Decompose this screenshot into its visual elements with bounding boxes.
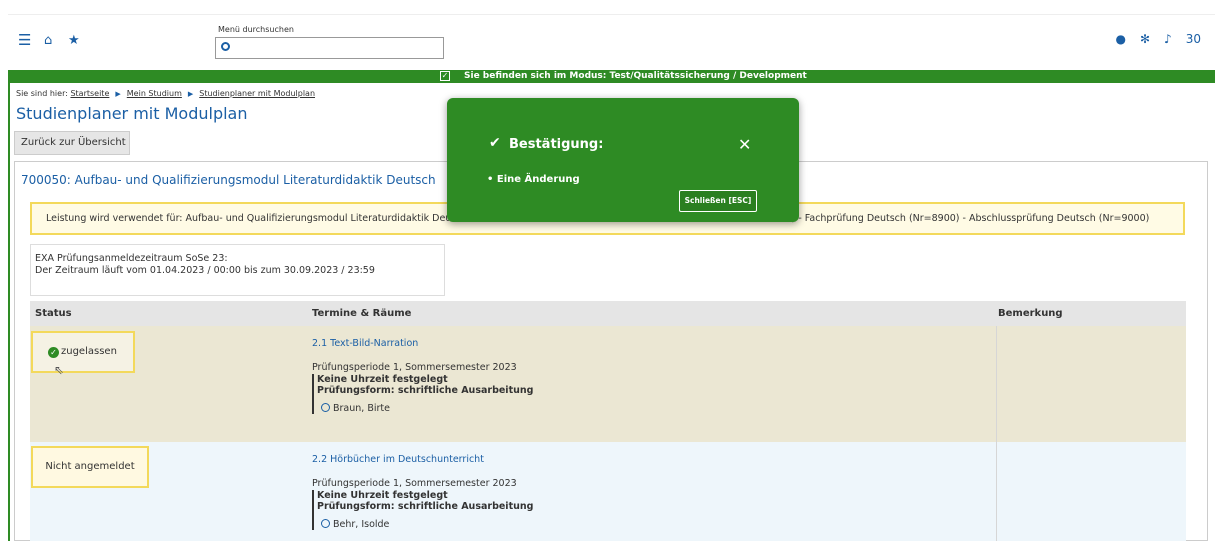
header-status: Status [35, 308, 72, 319]
back-to-overview-button[interactable]: Zurück zur Übersicht [14, 131, 130, 155]
exam-time: Keine Uhrzeit festgelegt [317, 490, 448, 501]
exam-details: Keine Uhrzeit festgelegt Prüfungsform: s… [312, 374, 533, 414]
breadcrumb-mein-studium[interactable]: Mein Studium [127, 89, 182, 98]
mouse-cursor-icon: ⇖ [54, 363, 65, 377]
star-icon[interactable]: ★ [68, 33, 80, 48]
close-icon[interactable]: ✕ [738, 135, 751, 154]
status-badge[interactable]: Nicht angemeldet [31, 446, 149, 488]
examiner: Braun, Birte [317, 403, 533, 414]
clock-icon [321, 519, 330, 528]
registration-period: EXA Prüfungsanmeldezeitraum SoSe 23: Der… [30, 244, 445, 296]
menu-search-input[interactable] [215, 37, 444, 59]
exam-form: Prüfungsform: schriftliche Ausarbeitung [317, 501, 534, 512]
confirmation-modal: ✔ Bestätigung: ✕ • Eine Änderung Schließ… [447, 98, 799, 222]
gear-icon[interactable]: ✻ [1140, 32, 1150, 46]
breadcrumb-prefix: Sie sind hier: [16, 89, 68, 98]
clock-icon [321, 403, 330, 412]
exam-title-link[interactable]: 2.2 Hörbücher im Deutschunterricht [312, 454, 533, 465]
left-border [8, 83, 10, 541]
table-row: Nicht angemeldet 2.2 Hörbücher im Deutsc… [30, 442, 1186, 541]
user-actions: ● ✻ ♪ 30 [1116, 32, 1202, 46]
hamburger-menu-icon[interactable]: ☰ [18, 31, 31, 49]
leistung-text-start: Leistung wird verwendet für: Aufbau- und… [46, 213, 452, 224]
search-icon [221, 42, 230, 51]
leistung-text-end: K) - Fachprüfung Deutsch (Nr=8900) - Abs… [785, 213, 1150, 224]
status-badge[interactable]: ✓ zugelassen ⇖ [31, 331, 135, 377]
table-header: Status Termine & Räume Bemerkung [30, 301, 1186, 326]
exam-period: Prüfungsperiode 1, Sommersemester 2023 [312, 478, 517, 489]
user-icon[interactable]: ● [1116, 32, 1126, 46]
modal-item-text: Eine Änderung [496, 174, 580, 185]
menu-search-label: Menü durchsuchen [218, 25, 294, 34]
termin-cell: 2.2 Hörbücher im Deutschunterricht Prüfu… [312, 454, 533, 530]
exam-time: Keine Uhrzeit festgelegt [317, 374, 448, 385]
home-icon[interactable]: ⌂ [44, 33, 52, 48]
module-title[interactable]: 700050: Aufbau- und Qualifizierungsmodul… [21, 173, 436, 187]
exam-table: Status Termine & Räume Bemerkung ✓ zugel… [30, 301, 1186, 541]
exam-title-link[interactable]: 2.1 Text-Bild-Narration [312, 338, 533, 349]
top-bar: ☰ ⌂ ★ Menü durchsuchen ● ✻ ♪ 30 [8, 14, 1215, 70]
examiner: Behr, Isolde [317, 519, 533, 530]
table-row: ✓ zugelassen ⇖ 2.1 Text-Bild-Narration P… [30, 326, 1186, 442]
period-range: Der Zeitraum läuft vom 01.04.2023 / 00:0… [35, 265, 375, 276]
bell-icon[interactable]: ♪ [1164, 32, 1172, 46]
close-esc-button[interactable]: Schließen [ESC] [679, 190, 757, 212]
exam-details: Keine Uhrzeit festgelegt Prüfungsform: s… [312, 490, 533, 530]
check-circle-icon: ✓ [48, 347, 59, 358]
page-title: Studienplaner mit Modulplan [16, 104, 248, 123]
breadcrumb: Sie sind hier: Startseite ▶ Mein Studium ▶ S… [16, 89, 316, 98]
checkmark-icon: ✔ [489, 135, 501, 151]
modal-title: Bestätigung: [509, 137, 604, 152]
mode-bar: ✓ Sie befinden sich im Modus: Test/Quali… [8, 70, 1215, 83]
status-text: zugelassen [61, 346, 117, 357]
notification-count[interactable]: 30 [1186, 32, 1201, 46]
breadcrumb-studienplaner[interactable]: Studienplaner mit Modulplan [199, 89, 315, 98]
examiner-name: Behr, Isolde [333, 519, 390, 530]
mode-text: Sie befinden sich im Modus: Test/Qualitä… [464, 71, 807, 81]
exam-period: Prüfungsperiode 1, Sommersemester 2023 [312, 362, 517, 373]
modal-list-item: • Eine Änderung [487, 174, 580, 185]
header-termine: Termine & Räume [312, 308, 412, 319]
examiner-name: Braun, Birte [333, 403, 390, 414]
termin-cell: 2.1 Text-Bild-Narration Prüfungsperiode … [312, 338, 533, 414]
breadcrumb-startseite[interactable]: Startseite [70, 89, 109, 98]
checkbox-icon: ✓ [440, 71, 450, 81]
period-title: EXA Prüfungsanmeldezeitraum SoSe 23: [35, 253, 228, 264]
header-bemerkung: Bemerkung [998, 308, 1063, 319]
exam-form: Prüfungsform: schriftliche Ausarbeitung [317, 385, 534, 396]
